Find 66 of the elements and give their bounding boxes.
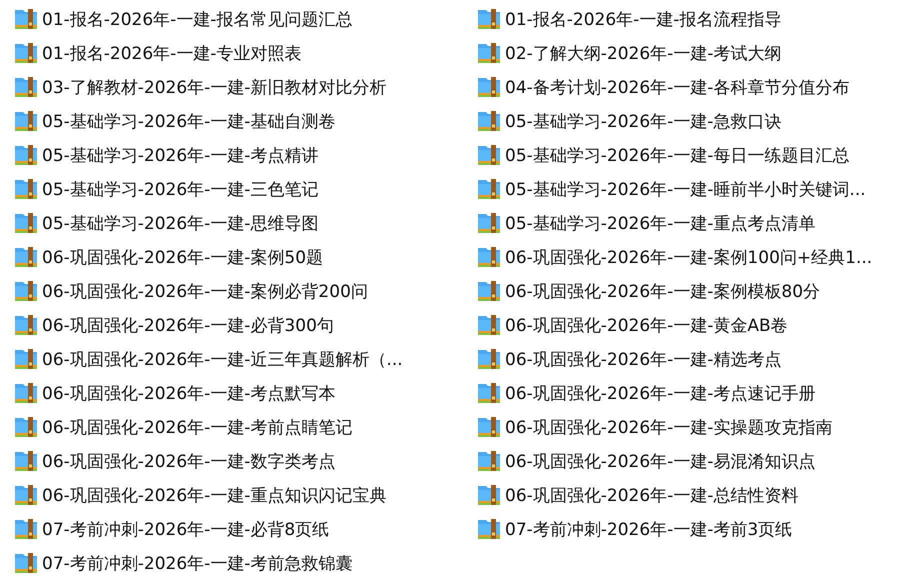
archive-icon xyxy=(477,449,501,473)
archive-icon xyxy=(477,313,501,337)
archive-file[interactable]: 05-基础学习-2026年-一建-急救口诀 xyxy=(477,104,905,138)
archive-icon xyxy=(14,7,38,31)
archive-file[interactable]: 06-巩固强化-2026年-一建-案例50题 xyxy=(14,240,477,274)
archive-icon xyxy=(477,245,501,269)
archive-file[interactable]: 06-巩固强化-2026年-一建-总结性资料 xyxy=(477,478,905,512)
archive-icon xyxy=(477,109,501,133)
archive-file[interactable]: 06-巩固强化-2026年-一建-案例模板80分 xyxy=(477,274,905,308)
archive-icon xyxy=(477,415,501,439)
archive-file[interactable]: 05-基础学习-2026年-一建-考点精讲 xyxy=(14,138,477,172)
archive-icon xyxy=(14,449,38,473)
archive-file[interactable]: 06-巩固强化-2026年-一建-重点知识闪记宝典 xyxy=(14,478,477,512)
archive-file[interactable]: 06-巩固强化-2026年-一建-黄金AB卷 xyxy=(477,308,905,342)
archive-file[interactable]: 06-巩固强化-2026年-一建-考前点睛笔记 xyxy=(14,410,477,444)
archive-file[interactable]: 01-报名-2026年-一建-报名常见问题汇总 xyxy=(14,2,477,36)
archive-file[interactable]: 06-巩固强化-2026年-一建-数字类考点 xyxy=(14,444,477,478)
archive-file[interactable]: 06-巩固强化-2026年-一建-案例100问+经典1... xyxy=(477,240,905,274)
archive-icon xyxy=(477,483,501,507)
archive-icon xyxy=(14,483,38,507)
archive-icon xyxy=(14,143,38,167)
archive-file[interactable]: 05-基础学习-2026年-一建-每日一练题目汇总 xyxy=(477,138,905,172)
archive-icon xyxy=(477,347,501,371)
archive-file[interactable]: 05-基础学习-2026年-一建-基础自测卷 xyxy=(14,104,477,138)
archive-icon xyxy=(14,177,38,201)
archive-icon xyxy=(477,211,501,235)
archive-file[interactable]: 05-基础学习-2026年-一建-睡前半小时关键词... xyxy=(477,172,905,206)
archive-icon xyxy=(14,245,38,269)
archive-icon xyxy=(14,109,38,133)
archive-icon xyxy=(477,381,501,405)
archive-icon xyxy=(14,211,38,235)
archive-icon xyxy=(477,517,501,541)
archive-icon xyxy=(477,143,501,167)
archive-file[interactable]: 03-了解教材-2026年-一建-新旧教材对比分析 xyxy=(14,70,477,104)
archive-icon xyxy=(14,313,38,337)
archive-file[interactable]: 07-考前冲刺-2026年-一建-必背8页纸 xyxy=(14,512,477,546)
archive-file[interactable]: 05-基础学习-2026年-一建-思维导图 xyxy=(14,206,477,240)
archive-icon xyxy=(477,279,501,303)
archive-icon xyxy=(14,415,38,439)
archive-file[interactable]: 07-考前冲刺-2026年-一建-考前急救锦囊 xyxy=(14,546,477,580)
archive-file[interactable]: 01-报名-2026年-一建-专业对照表 xyxy=(14,36,477,70)
archive-icon xyxy=(14,41,38,65)
archive-icon xyxy=(477,75,501,99)
archive-file[interactable]: 05-基础学习-2026年-一建-三色笔记 xyxy=(14,172,477,206)
archive-file[interactable]: 01-报名-2026年-一建-报名流程指导 xyxy=(477,2,905,36)
archive-file[interactable]: 07-考前冲刺-2026年-一建-考前3页纸 xyxy=(477,512,905,546)
archive-file[interactable]: 06-巩固强化-2026年-一建-实操题攻克指南 xyxy=(477,410,905,444)
archive-icon xyxy=(14,517,38,541)
archive-file[interactable]: 02-了解大纲-2026年-一建-考试大纲 xyxy=(477,36,905,70)
archive-icon xyxy=(477,7,501,31)
archive-icon xyxy=(14,347,38,371)
archive-file[interactable]: 06-巩固强化-2026年-一建-易混淆知识点 xyxy=(477,444,905,478)
archive-file[interactable]: 05-基础学习-2026年-一建-重点考点清单 xyxy=(477,206,905,240)
archive-file[interactable]: 06-巩固强化-2026年-一建-精选考点 xyxy=(477,342,905,376)
archive-file[interactable]: 06-巩固强化-2026年-一建-考点速记手册 xyxy=(477,376,905,410)
archive-icon xyxy=(14,75,38,99)
archive-file[interactable]: 06-巩固强化-2026年-一建-考点默写本 xyxy=(14,376,477,410)
archive-icon xyxy=(14,551,38,575)
archive-icon xyxy=(477,177,501,201)
archive-icon xyxy=(14,381,38,405)
archive-file[interactable]: 06-巩固强化-2026年-一建-近三年真题解析（... xyxy=(14,342,477,376)
archive-file[interactable]: 04-备考计划-2026年-一建-各科章节分值分布 xyxy=(477,70,905,104)
archive-file[interactable]: 06-巩固强化-2026年-一建-必背300句 xyxy=(14,308,477,342)
archive-file[interactable]: 06-巩固强化-2026年-一建-案例必背200问 xyxy=(14,274,477,308)
archive-icon xyxy=(14,279,38,303)
archive-icon xyxy=(477,41,501,65)
